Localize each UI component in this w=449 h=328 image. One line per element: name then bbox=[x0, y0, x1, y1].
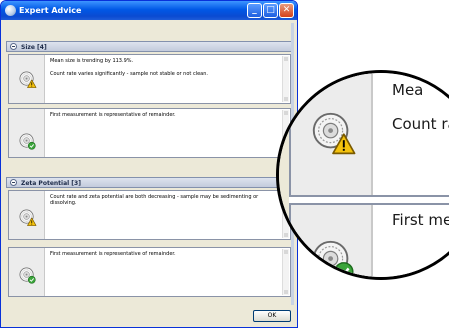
section-title: Size [4] bbox=[21, 44, 47, 51]
collapse-icon[interactable] bbox=[10, 43, 17, 50]
section-header-zeta-potential[interactable]: Zeta Potential [3] bbox=[6, 177, 293, 188]
window-title: Expert Advice bbox=[19, 6, 82, 15]
advice-line: First measurement is representative of r… bbox=[50, 112, 176, 118]
advice-text: First measurement is representative of r… bbox=[50, 251, 280, 257]
magnifier-callout: Mea Count rate First meas bbox=[276, 70, 449, 280]
advice-row: First measurement is representative of r… bbox=[8, 108, 291, 158]
advice-line: First measurement is representative of r… bbox=[50, 251, 176, 257]
expert-advice-dialog: Expert Advice _ □ ✕ Size [4] Mean size i… bbox=[0, 0, 298, 328]
magnified-text: Count rate bbox=[392, 115, 449, 133]
zeta-ok-icon bbox=[18, 266, 37, 285]
collapse-icon[interactable] bbox=[10, 179, 17, 186]
magnified-advice-row: Mea Count rate bbox=[289, 73, 449, 197]
close-icon: ✕ bbox=[282, 5, 291, 15]
magnified-icon-cell bbox=[291, 73, 373, 195]
section-title: Zeta Potential [3] bbox=[21, 180, 81, 187]
size-warning-icon bbox=[18, 70, 37, 89]
advice-line: Count rate and zeta potential are both d… bbox=[50, 194, 259, 206]
advice-text: Count rate and zeta potential are both d… bbox=[50, 194, 280, 206]
magnified-text: Mea bbox=[392, 81, 424, 99]
magnified-text: First meas bbox=[392, 211, 449, 229]
row-icon-cell bbox=[9, 191, 45, 239]
advice-row: First measurement is representative of r… bbox=[8, 247, 291, 297]
row-icon-cell bbox=[9, 55, 45, 103]
magnified-icon-cell bbox=[291, 205, 373, 280]
minimize-icon: _ bbox=[252, 5, 257, 15]
title-bar[interactable]: Expert Advice _ □ ✕ bbox=[1, 1, 297, 20]
close-button[interactable]: ✕ bbox=[279, 3, 294, 18]
advice-line: Count rate varies significantly - sample… bbox=[50, 71, 208, 77]
advice-row: Mean size is trending by 113.9%. Count r… bbox=[8, 54, 291, 104]
advice-row: Count rate and zeta potential are both d… bbox=[8, 190, 291, 240]
maximize-icon: □ bbox=[266, 5, 275, 15]
minimize-button[interactable]: _ bbox=[247, 3, 262, 18]
size-ok-icon bbox=[18, 132, 37, 151]
row-icon-cell bbox=[9, 109, 45, 157]
maximize-button[interactable]: □ bbox=[263, 3, 278, 18]
advice-line: Mean size is trending by 113.9%. bbox=[50, 58, 134, 64]
magnified-advice-row: First meas bbox=[289, 203, 449, 280]
app-icon bbox=[5, 5, 16, 16]
advice-text: First measurement is representative of r… bbox=[50, 112, 280, 118]
row-icon-cell bbox=[9, 248, 45, 296]
magnified-view: Mea Count rate First meas bbox=[279, 73, 449, 280]
magnified-ok-icon bbox=[309, 237, 357, 280]
screenshot-stage: Expert Advice _ □ ✕ Size [4] Mean size i… bbox=[0, 0, 449, 328]
magnified-window-frame bbox=[279, 73, 289, 277]
section-header-size[interactable]: Size [4] bbox=[6, 41, 293, 52]
ok-button[interactable]: OK bbox=[253, 310, 291, 322]
magnified-warning-icon bbox=[309, 109, 357, 157]
advice-text: Mean size is trending by 113.9%. Count r… bbox=[50, 58, 280, 77]
zeta-warning-icon bbox=[18, 208, 37, 227]
